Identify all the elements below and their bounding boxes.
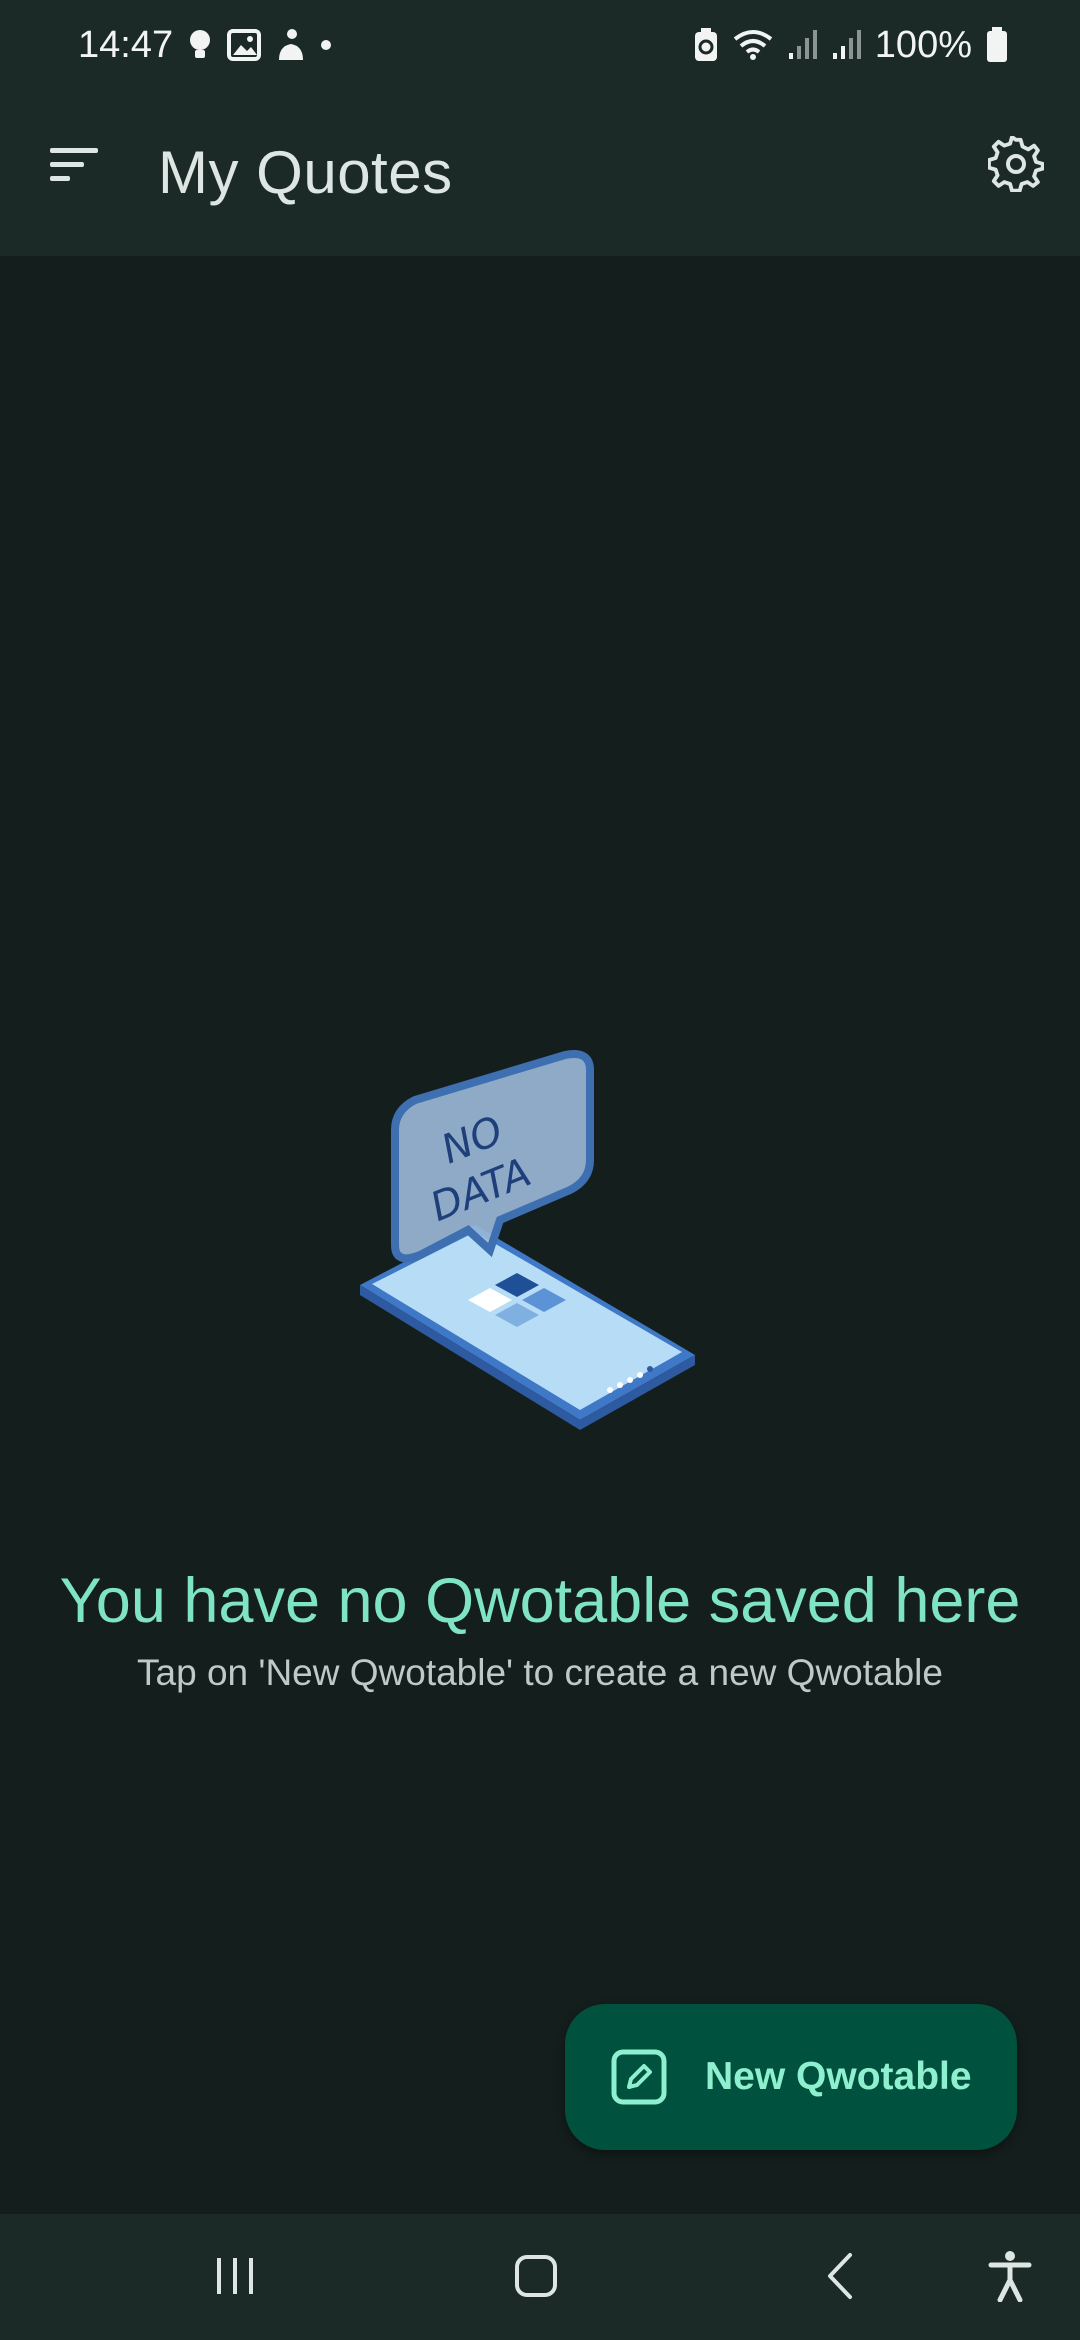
back-button[interactable] xyxy=(800,2240,880,2316)
empty-state-subtitle: Tap on 'New Qwotable' to create a new Qw… xyxy=(137,1652,943,1693)
lightbulb-icon xyxy=(187,28,213,62)
empty-state-title: You have no Qwotable saved here xyxy=(59,1566,1021,1636)
battery-icon xyxy=(986,27,1008,63)
app-bar: My Quotes xyxy=(0,90,1080,256)
sort-menu-button[interactable] xyxy=(38,130,110,202)
battery-percent: 100% xyxy=(874,23,972,66)
signal-icon xyxy=(787,29,817,61)
speech-bubble-graphic: NO DATA xyxy=(391,1050,594,1263)
new-qwotable-button[interactable]: New Qwotable xyxy=(565,2004,1017,2150)
home-icon xyxy=(513,2253,559,2304)
person-icon xyxy=(275,28,305,62)
system-nav-bar xyxy=(0,2214,1080,2340)
page-title: My Quotes xyxy=(158,139,453,206)
sort-menu-icon xyxy=(48,144,100,189)
new-qwotable-label: New Qwotable xyxy=(705,2055,972,2098)
status-time: 14:47 xyxy=(78,23,174,66)
recent-apps-icon xyxy=(213,2254,257,2303)
status-bar: 14:47 100% xyxy=(0,0,1080,90)
no-data-illustration: NO DATA xyxy=(350,1040,710,1440)
status-left: 14:47 xyxy=(78,24,333,67)
recent-apps-button[interactable] xyxy=(195,2240,275,2316)
back-icon xyxy=(820,2251,860,2306)
accessibility-button[interactable] xyxy=(970,2240,1050,2316)
wifi-icon xyxy=(733,29,773,61)
dot-icon xyxy=(319,38,333,52)
gear-icon xyxy=(987,134,1045,197)
edit-square-icon xyxy=(609,2047,669,2107)
status-right: 100% xyxy=(693,24,1008,67)
settings-button[interactable] xyxy=(980,130,1052,202)
image-icon xyxy=(227,29,262,61)
home-button[interactable] xyxy=(496,2240,576,2316)
accessibility-icon xyxy=(988,2250,1032,2307)
battery-saver-icon xyxy=(693,27,719,63)
signal-icon xyxy=(831,29,861,61)
